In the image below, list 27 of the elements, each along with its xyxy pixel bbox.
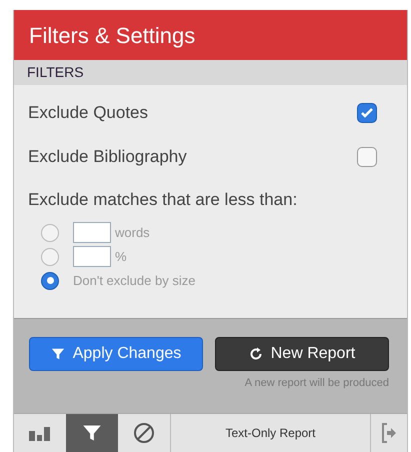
radio-label: Don't exclude by size xyxy=(73,272,196,290)
new-report-button[interactable]: New Report xyxy=(215,337,389,371)
filter-icon xyxy=(50,347,65,361)
radio-button[interactable] xyxy=(41,272,59,290)
new-report-hint: A new report will be produced xyxy=(244,376,389,391)
option-label: Exclude Bibliography xyxy=(28,146,187,168)
checkbox[interactable] xyxy=(357,103,377,123)
number-field[interactable] xyxy=(73,222,111,243)
bar-chart-icon xyxy=(29,425,51,441)
section-title: FILTERS xyxy=(27,63,84,82)
check-icon xyxy=(360,106,374,120)
number-field[interactable] xyxy=(73,246,111,267)
toolbar-tab[interactable] xyxy=(66,414,118,452)
unit-label: % xyxy=(115,248,127,266)
exit-icon xyxy=(382,423,396,443)
filter-icon xyxy=(82,423,102,443)
panel-title: Filters & Settings xyxy=(29,22,196,50)
size-filter-label: Exclude matches that are less than: xyxy=(28,189,298,211)
text-only-report-button[interactable]: Text-Only Report xyxy=(170,414,371,452)
prohibited-icon xyxy=(133,422,155,444)
option-label: Exclude Quotes xyxy=(28,102,148,124)
radio-button[interactable] xyxy=(41,224,59,242)
unit-label: words xyxy=(115,224,150,242)
radio-button[interactable] xyxy=(41,248,59,266)
checkbox[interactable] xyxy=(357,147,377,167)
refresh-icon xyxy=(248,347,263,361)
apply-changes-button[interactable]: Apply Changes xyxy=(29,337,203,371)
